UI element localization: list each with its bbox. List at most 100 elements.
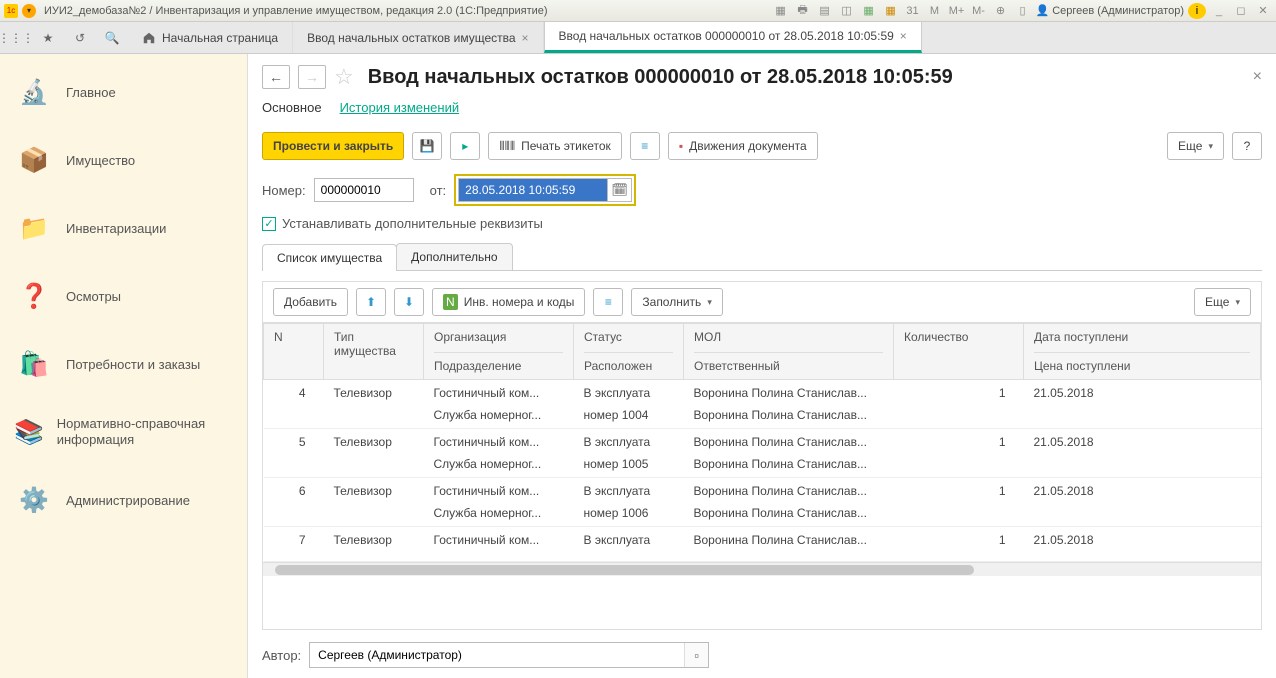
mminus-icon[interactable]: M-: [970, 3, 988, 19]
table-row[interactable]: 7ТелевизорГостиничный ком...В эксплуатаВ…: [264, 527, 1261, 562]
sidebar-label-3: Осмотры: [66, 289, 121, 304]
close-page-icon[interactable]: ×: [1253, 68, 1262, 86]
number-input[interactable]: [314, 178, 414, 202]
print-icon[interactable]: 🖶: [794, 3, 812, 19]
fill-button[interactable]: Заполнить▾: [631, 288, 722, 316]
favorite-star-icon[interactable]: ☆: [334, 64, 354, 90]
move-down-button[interactable]: ⬇: [394, 288, 424, 316]
cell-status: В эксплуатаномер 1004: [574, 380, 684, 429]
tab-home[interactable]: Начальная страница: [128, 22, 293, 53]
col-mol[interactable]: МОЛОтветственный: [684, 324, 894, 380]
favorites-icon[interactable]: ★: [32, 22, 64, 53]
maximize-icon[interactable]: ◻: [1232, 3, 1250, 19]
table-more-button[interactable]: Еще▾: [1194, 288, 1251, 316]
sidebar-item-reference[interactable]: 📚Нормативно-справочная информация: [0, 398, 247, 466]
author-input[interactable]: [310, 643, 684, 667]
scrollbar-thumb[interactable]: [275, 565, 974, 575]
more-button[interactable]: Еще▾: [1167, 132, 1224, 160]
minimize-icon[interactable]: _: [1210, 3, 1228, 19]
cell-status: В эксплуата: [574, 527, 684, 562]
col-qty[interactable]: Количество: [894, 324, 1024, 380]
doc-icon[interactable]: ▤: [816, 3, 834, 19]
m-icon[interactable]: M: [926, 3, 944, 19]
col-type[interactable]: Тип имущества: [324, 324, 424, 380]
table-wrapper[interactable]: N Тип имущества ОрганизацияПодразделение…: [262, 322, 1262, 630]
info-icon[interactable]: i: [1188, 3, 1206, 19]
additional-props-checkbox[interactable]: ✓: [262, 217, 276, 231]
table-row[interactable]: 6ТелевизорГостиничный ком...Служба номер…: [264, 478, 1261, 527]
cell-status: В эксплуатаномер 1005: [574, 429, 684, 478]
cell-qty: 1: [894, 380, 1024, 429]
post-button[interactable]: ▸: [450, 132, 480, 160]
gear-icon: ⚙️: [14, 482, 54, 518]
zoom-icon[interactable]: ⊕: [992, 3, 1010, 19]
cell-mol: Воронина Полина Станислав...Воронина Пол…: [684, 429, 894, 478]
app-dropdown-icon[interactable]: ▾: [22, 4, 36, 18]
cell-org: Гостиничный ком...Служба номерног...: [424, 380, 574, 429]
col-status[interactable]: СтатусРасположен: [574, 324, 684, 380]
tab-1-label: Ввод начальных остатков имущества: [307, 31, 515, 45]
col-date[interactable]: Дата поступлениЦена поступлени: [1024, 324, 1261, 380]
date-icon[interactable]: 31: [904, 3, 922, 19]
move-up-button[interactable]: ⬆: [356, 288, 386, 316]
table-row[interactable]: 5ТелевизорГостиничный ком...Служба номер…: [264, 429, 1261, 478]
tab-2-close-icon[interactable]: ×: [900, 29, 907, 43]
tab-document[interactable]: Ввод начальных остатков 000000010 от 28.…: [544, 22, 922, 53]
back-button[interactable]: ←: [262, 65, 290, 89]
forward-button[interactable]: →: [298, 65, 326, 89]
save-button[interactable]: 💾: [412, 132, 442, 160]
cell-type: Телевизор: [324, 527, 424, 562]
cell-org: Гостиничный ком...: [424, 527, 574, 562]
history-icon[interactable]: ↺: [64, 22, 96, 53]
add-row-button[interactable]: Добавить: [273, 288, 348, 316]
search-tab-icon[interactable]: 🔍: [96, 22, 128, 53]
author-open-button[interactable]: ▫: [684, 643, 708, 667]
apps-icon[interactable]: ⋮⋮⋮: [0, 22, 32, 53]
panel-icon[interactable]: ▯: [1014, 3, 1032, 19]
sidebar-item-inspections[interactable]: ❓Осмотры: [0, 262, 247, 330]
chart-icon: ▪: [679, 139, 683, 153]
inv-numbers-button[interactable]: NИнв. номера и коды: [432, 288, 585, 316]
sidebar-item-main[interactable]: 🔬Главное: [0, 58, 247, 126]
number-label: Номер:: [262, 183, 306, 198]
sidebar: 🔬Главное 📦Имущество 📁Инвентаризации ❓Осм…: [0, 54, 248, 678]
close-window-icon[interactable]: ✕: [1254, 3, 1272, 19]
cell-date: 21.05.2018: [1024, 429, 1261, 478]
post-and-close-button[interactable]: Провести и закрыть: [262, 132, 404, 160]
tab-asset-list[interactable]: Список имущества: [262, 244, 397, 271]
sidebar-item-inventory[interactable]: 📁Инвентаризации: [0, 194, 247, 262]
sidebar-item-orders[interactable]: 🛍️Потребности и заказы: [0, 330, 247, 398]
compare-icon[interactable]: ◫: [838, 3, 856, 19]
horizontal-scrollbar[interactable]: [263, 562, 1261, 576]
sidebar-label-4: Потребности и заказы: [66, 357, 200, 372]
tb-icon-1[interactable]: ▦: [772, 3, 790, 19]
print-labels-button[interactable]: ⦀⦀⦀Печать этикеток: [488, 132, 622, 160]
sidebar-item-assets[interactable]: 📦Имущество: [0, 126, 247, 194]
sidebar-item-admin[interactable]: ⚙️Администрирование: [0, 466, 247, 534]
calendar-button[interactable]: 🗓: [608, 178, 632, 202]
cell-qty: 1: [894, 478, 1024, 527]
tab-input-balances[interactable]: Ввод начальных остатков имущества ×: [293, 22, 543, 53]
table-row[interactable]: 4ТелевизорГостиничный ком...Служба номер…: [264, 380, 1261, 429]
calendar-icon[interactable]: ▦: [882, 3, 900, 19]
tabbar: ⋮⋮⋮ ★ ↺ 🔍 Начальная страница Ввод началь…: [0, 22, 1276, 54]
doc-movements-button[interactable]: ▪Движения документа: [668, 132, 818, 160]
cell-status: В эксплуатаномер 1006: [574, 478, 684, 527]
date-input[interactable]: [458, 178, 608, 202]
list-button[interactable]: ≡: [630, 132, 660, 160]
cell-org: Гостиничный ком...Служба номерног...: [424, 478, 574, 527]
mplus-icon[interactable]: M+: [948, 3, 966, 19]
checkbox-label: Устанавливать дополнительные реквизиты: [282, 216, 543, 231]
subtab-main[interactable]: Основное: [262, 100, 322, 118]
subtab-history[interactable]: История изменений: [340, 100, 460, 118]
user-label[interactable]: 👤 Сергеев (Администратор): [1036, 4, 1184, 17]
cell-org: Гостиничный ком...Служба номерног...: [424, 429, 574, 478]
col-org[interactable]: ОрганизацияПодразделение: [424, 324, 574, 380]
tab-additional[interactable]: Дополнительно: [396, 243, 512, 270]
help-button[interactable]: ?: [1232, 132, 1262, 160]
col-n[interactable]: N: [264, 324, 324, 380]
sidebar-label-5: Нормативно-справочная информация: [57, 416, 233, 447]
tab-1-close-icon[interactable]: ×: [522, 31, 529, 45]
list-button-2[interactable]: ≡: [593, 288, 623, 316]
calc-icon[interactable]: ▦: [860, 3, 878, 19]
